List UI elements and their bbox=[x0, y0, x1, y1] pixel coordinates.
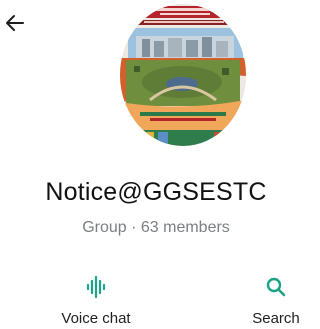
voice-chat-label: Voice chat bbox=[61, 310, 131, 327]
group-avatar[interactable] bbox=[120, 4, 246, 146]
campus-poster-image bbox=[120, 4, 246, 146]
search-icon bbox=[263, 274, 289, 300]
search-button[interactable]: Search bbox=[236, 274, 316, 327]
waveform-icon bbox=[83, 274, 109, 300]
back-button[interactable] bbox=[2, 10, 28, 36]
arrow-left-icon bbox=[6, 15, 24, 31]
search-label: Search bbox=[252, 310, 300, 327]
group-subtitle: Group · 63 members bbox=[82, 219, 230, 236]
group-info-screen: Notice@GGSESTC Group · 63 members Voice … bbox=[0, 0, 312, 329]
group-name: Notice@GGSESTC bbox=[45, 178, 267, 206]
voice-chat-button[interactable]: Voice chat bbox=[46, 274, 146, 327]
